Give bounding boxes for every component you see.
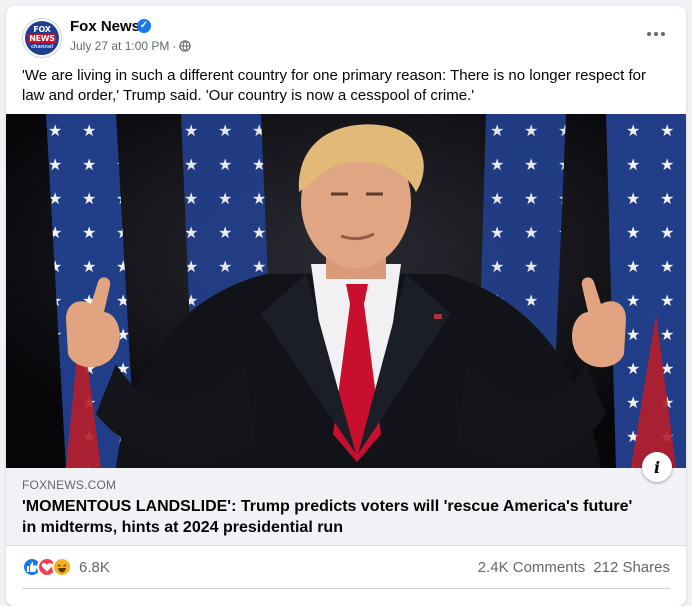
reactions-summary[interactable]: 6.8K xyxy=(22,557,110,577)
link-title[interactable]: 'MOMENTOUS LANDSLIDE': Trump predicts vo… xyxy=(22,496,642,538)
meta-separator: · xyxy=(172,39,177,53)
logo-text-news: NEWS xyxy=(28,33,56,43)
post-text: 'We are living in such a different count… xyxy=(22,67,647,104)
link-domain: FOXNEWS.COM xyxy=(22,478,117,492)
more-options-button[interactable] xyxy=(640,22,672,46)
logo-text-fox: FOX xyxy=(33,24,51,34)
logo-text-channel: channel xyxy=(30,43,54,50)
page-name-link[interactable]: Fox News xyxy=(70,18,140,35)
dot-icon xyxy=(661,32,665,36)
post-card: FOX NEWS channel Fox News ✓ July 27 at 1… xyxy=(6,6,686,606)
page-avatar[interactable]: FOX NEWS channel xyxy=(22,18,62,58)
dot-icon xyxy=(654,32,658,36)
verified-badge-icon: ✓ xyxy=(137,19,151,33)
divider xyxy=(22,588,670,589)
shares-count-link[interactable]: 212 Shares xyxy=(593,559,670,576)
post-header: FOX NEWS channel Fox News ✓ July 27 at 1… xyxy=(6,6,686,66)
reaction-count: 6.8K xyxy=(79,558,110,576)
info-icon[interactable]: i xyxy=(642,452,672,482)
link-preview[interactable]: FOXNEWS.COM 'MOMENTOUS LANDSLIDE': Trump… xyxy=(6,468,686,546)
post-meta: July 27 at 1:00 PM · xyxy=(70,39,192,53)
post-photo[interactable]: ★ xyxy=(6,114,686,468)
haha-reaction-icon xyxy=(52,557,72,577)
comments-count-link[interactable]: 2.4K Comments xyxy=(478,559,586,576)
engagement-stats: 2.4K Comments 212 Shares xyxy=(478,559,670,576)
dot-icon xyxy=(647,32,651,36)
post-timestamp[interactable]: July 27 at 1:00 PM xyxy=(70,39,169,53)
trump-thumbs-up-illustration: ★ xyxy=(6,114,686,468)
globe-icon[interactable] xyxy=(179,40,192,52)
fox-news-logo: FOX NEWS channel xyxy=(25,21,59,55)
